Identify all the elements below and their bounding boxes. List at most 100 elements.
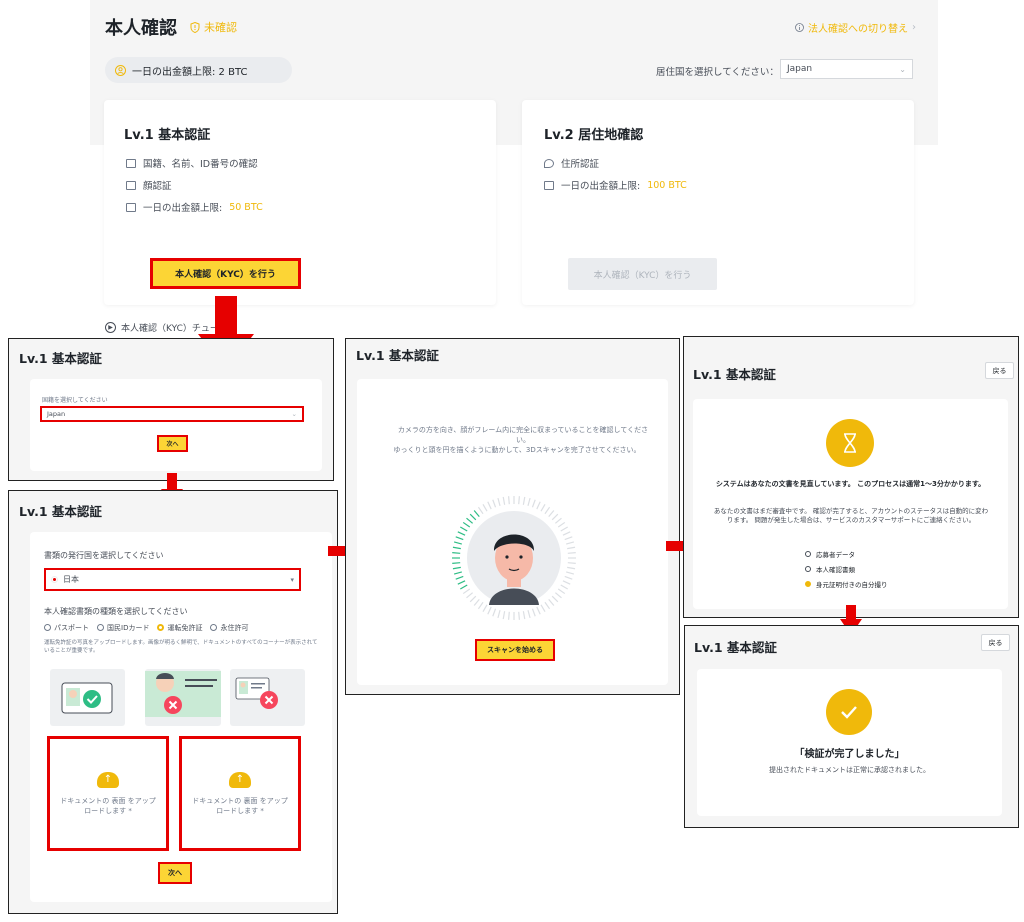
- upload-back-dropzone[interactable]: ↑ ドキュメントの 裏面 をアップロードします *: [179, 736, 301, 851]
- scan-ring-tick: [562, 531, 571, 536]
- check-label: 応募者データ: [816, 551, 855, 559]
- card-item: 顔認証: [126, 178, 172, 192]
- upload-cloud-icon: ↑: [97, 771, 119, 788]
- next-button[interactable]: 次へ: [157, 435, 188, 452]
- residence-label: 居住国を選択してください：: [656, 67, 779, 78]
- page-title: 本人確認: [105, 18, 177, 39]
- scan-ring-tick: [564, 575, 573, 580]
- scan-ring-tick: [457, 531, 466, 536]
- back-button[interactable]: 戻る: [981, 634, 1010, 651]
- shield-icon: [190, 21, 200, 33]
- face-scan-frame: [452, 496, 576, 620]
- corp-link-label: 法人確認への切り替え: [808, 24, 908, 35]
- upload-front-text: ドキュメントの 表面 をアップロードします *: [60, 796, 156, 815]
- start-kyc-button[interactable]: 本人確認（KYC）を行う: [150, 258, 301, 289]
- example-small-image: [230, 669, 305, 726]
- scan-ring-tick: [566, 571, 575, 575]
- next-button[interactable]: 次へ: [158, 862, 192, 884]
- scan-ring-tick: [548, 510, 555, 518]
- scan-ring-tick: [567, 551, 576, 554]
- nationality-label: 国籍を選択してください: [42, 397, 108, 404]
- scan-ring-tick: [452, 551, 461, 554]
- back-button[interactable]: 戻る: [985, 362, 1014, 379]
- scan-ring-tick: [487, 501, 492, 510]
- scan-instruction: カメラの方を向き、顔がフレーム内に完全に収まっていることを確認してください。: [397, 426, 649, 444]
- scan-ring-tick: [566, 541, 575, 545]
- radio-label: 運転免許証: [167, 624, 203, 632]
- scan-ring-tick: [551, 595, 559, 603]
- scan-ring-tick: [460, 526, 468, 532]
- scan-ring-tick: [540, 504, 546, 512]
- scan-ring-tick: [460, 584, 468, 590]
- scan-ring-tick: [560, 526, 568, 532]
- scan-ring-tick: [482, 604, 488, 612]
- example-good-image: [50, 669, 125, 726]
- limit-label: 一日の出金額上限:: [561, 181, 641, 192]
- japan-flag-icon: [51, 576, 58, 583]
- card-item: 一日の出金額上限: 100 BTC: [544, 178, 687, 192]
- radio-icon: [44, 624, 51, 631]
- scan-ring-tick: [567, 566, 576, 570]
- radio-label: パスポート: [54, 624, 89, 632]
- radio-icon: [97, 624, 104, 631]
- panel-title: Lv.1 基本認証: [19, 351, 102, 366]
- scan-ring-tick: [469, 595, 477, 603]
- scan-ring-tick: [527, 497, 531, 506]
- radio-drivers-license[interactable]: 運転免許証: [157, 623, 202, 633]
- scan-ring-tick: [507, 496, 510, 505]
- scan-ring-tick: [487, 606, 492, 615]
- issuer-value: 日本: [63, 575, 79, 584]
- scan-ring-tick: [522, 496, 526, 505]
- upload-front-dropzone[interactable]: ↑ ドキュメントの 表面 をアップロードします *: [47, 736, 169, 851]
- scan-ring-tick: [482, 504, 488, 512]
- complete-heading: 「検証が完了しました」: [794, 749, 905, 760]
- scan-ring-tick: [455, 536, 464, 541]
- scan-ring-tick: [551, 513, 559, 521]
- scan-ring-tick: [560, 584, 568, 590]
- scan-ring-tick: [567, 562, 576, 565]
- scan-ring-tick: [540, 604, 546, 612]
- scan-ring-tick: [452, 546, 461, 550]
- panel-content: 「検証が完了しました」 提出されたドキュメントは正常に承認されました。: [697, 669, 1002, 816]
- scan-ring-tick: [462, 588, 471, 595]
- status-text: 未確認: [204, 21, 237, 34]
- panel-title: Lv.1 基本認証: [356, 348, 439, 363]
- start-scan-button[interactable]: スキャンを始める: [475, 639, 555, 661]
- doc-type-radios: パスポート 国民IDカード 運転免許証 永住許可: [44, 623, 248, 633]
- scan-ring-tick: [507, 611, 510, 620]
- residence-select[interactable]: Japan ⌄: [780, 59, 913, 79]
- corporate-verification-link[interactable]: 法人確認への切り替え ›: [795, 20, 916, 35]
- check-label: 本人確認書類: [816, 566, 855, 574]
- radio-residence-permit[interactable]: 永住許可: [210, 623, 248, 633]
- nationality-select[interactable]: Japan ⌄: [40, 406, 304, 422]
- step-face-scan-panel: Lv.1 基本認証 カメラの方を向き、顔がフレーム内に完全に収まっていることを確…: [345, 338, 680, 695]
- step-review-panel: Lv.1 基本認証 戻る システムはあなたの文書を見直しています。 このプロセス…: [683, 336, 1019, 618]
- panel-content: 国籍を選択してください Japan ⌄ 次へ: [30, 379, 322, 471]
- scan-ring-tick: [527, 610, 531, 619]
- check-item: 本人確認書類: [805, 564, 855, 574]
- scan-ring-tick: [522, 611, 526, 620]
- card-item-text: 国籍、名前、ID番号の確認: [143, 159, 258, 170]
- wallet-icon: [126, 202, 136, 212]
- limit-value: 50 BTC: [229, 201, 263, 213]
- check-icon: [826, 689, 872, 735]
- residence-value: Japan: [787, 64, 813, 74]
- withdraw-limit-text: 一日の出金額上限: 2 BTC: [132, 66, 248, 78]
- radio-passport[interactable]: パスポート: [44, 623, 89, 633]
- scan-ring-tick: [531, 608, 536, 617]
- panel-content: カメラの方を向き、顔がフレーム内に完全に収まっていることを確認してください。 ゆ…: [357, 379, 668, 685]
- scan-ring-tick: [473, 598, 480, 606]
- chevron-down-icon: ⌄: [291, 410, 297, 418]
- issuer-select[interactable]: 日本 ▾: [44, 568, 301, 591]
- card-item-text: 顔認証: [143, 181, 172, 192]
- scan-ring-tick: [548, 598, 555, 606]
- card-item: 一日の出金額上限: 50 BTC: [126, 200, 263, 214]
- scan-ring-tick: [466, 592, 474, 599]
- scan-instruction: ゆっくりと頭を円を描くように動かして、3Dスキャンを完了させてください。: [393, 446, 641, 454]
- status-badge: 未確認: [190, 19, 237, 35]
- review-body: あなたの文書はまだ審査中です。 確認が完了すると、アカウントのステータスは自動的…: [713, 507, 989, 524]
- radio-national-id[interactable]: 国民IDカード: [97, 623, 149, 633]
- issuer-label: 書類の発行国を選択してください: [44, 551, 164, 560]
- scan-ring-tick: [455, 575, 464, 580]
- limit-label: 一日の出金額上限:: [143, 203, 223, 214]
